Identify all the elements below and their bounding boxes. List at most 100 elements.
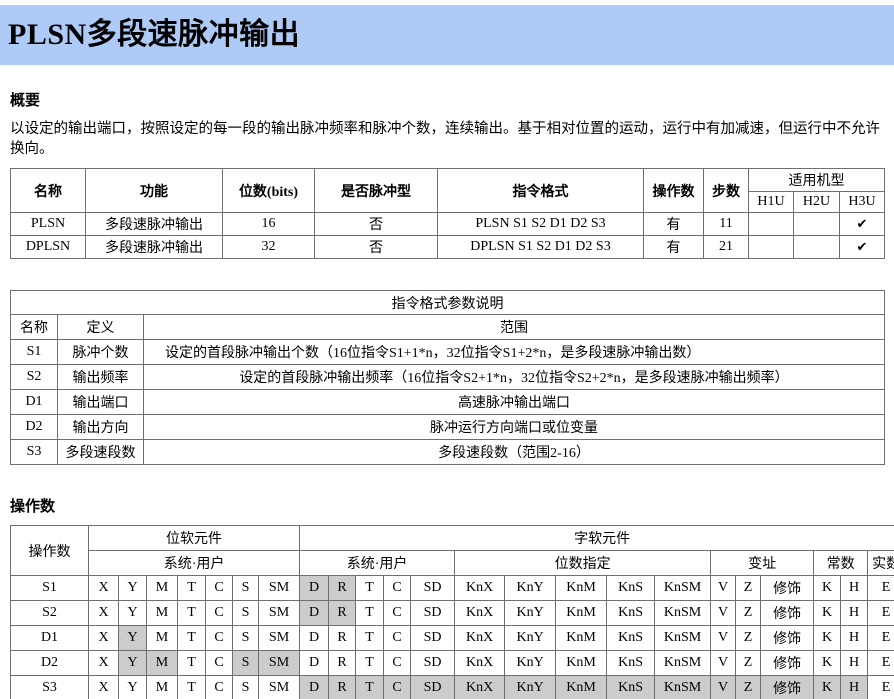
operand-row-label: S1: [11, 576, 89, 601]
operand-cell-KnX: KnX: [455, 676, 505, 699]
operand-cell-H: H: [841, 651, 868, 676]
instruction-cell-h3u: ✔: [840, 236, 885, 259]
operand-cell-KnSM: KnSM: [655, 576, 711, 601]
operand-cell-T: T: [356, 651, 384, 676]
instruction-row: DPLSN多段速脉冲输出32否DPLSN S1 S2 D1 D2 S3有21✔: [11, 236, 885, 259]
word-system-user-header: 系统·用户: [300, 551, 455, 576]
operand-cell-修饰: 修饰: [761, 576, 814, 601]
operand-cell-Z: Z: [736, 651, 761, 676]
instruction-cell-h1u: [749, 236, 794, 259]
operand-cell-T: T: [178, 651, 206, 676]
operand-cell-KnY: KnY: [505, 651, 556, 676]
params-table-title: 指令格式参数说明: [11, 291, 885, 315]
real-number-header: 实数: [868, 551, 894, 576]
param-definition: 脉冲个数: [58, 340, 144, 365]
operand-cell-M: M: [147, 576, 178, 601]
operand-row-label: S3: [11, 676, 89, 699]
operand-cell-C: C: [384, 576, 411, 601]
operand-cell-SD: SD: [411, 601, 455, 626]
params-col-definition: 定义: [58, 315, 144, 340]
col-header-steps: 步数: [704, 169, 749, 213]
operand-cell-C: C: [206, 626, 233, 651]
operand-cell-M: M: [147, 651, 178, 676]
operand-cell-Z: Z: [736, 576, 761, 601]
operand-cell-E: E: [868, 576, 894, 601]
operand-cell-H: H: [841, 626, 868, 651]
operand-cell-K: K: [814, 676, 841, 699]
operand-cell-Y: Y: [119, 676, 147, 699]
instruction-cell-name: DPLSN: [11, 236, 86, 259]
operand-cell-KnX: KnX: [455, 601, 505, 626]
operand-cell-C: C: [206, 601, 233, 626]
operand-cell-H: H: [841, 601, 868, 626]
operand-row: S2XYMTCSSMDRTCSDKnXKnYKnMKnSKnSMVZ修饰KHE: [11, 601, 894, 626]
operand-cell-K: K: [814, 651, 841, 676]
operand-cell-C: C: [384, 676, 411, 699]
param-name: S2: [11, 365, 58, 390]
operand-cell-X: X: [89, 651, 119, 676]
param-range: 脉冲运行方向端口或位变量: [144, 415, 885, 440]
operand-cell-V: V: [711, 626, 736, 651]
operand-cell-S: S: [233, 601, 259, 626]
operand-cell-V: V: [711, 576, 736, 601]
instruction-table-body: PLSN多段速脉冲输出16否PLSN S1 S2 D1 D2 S3有11✔DPL…: [11, 213, 885, 259]
operand-cell-D: D: [300, 676, 329, 699]
instruction-cell-h2u: [794, 236, 840, 259]
operand-corner-label: 操作数: [11, 526, 89, 576]
operand-table: 操作数 位软元件 字软元件 系统·用户 系统·用户 位数指定 变址 常数 实数 …: [10, 525, 894, 699]
instruction-cell-format: DPLSN S1 S2 D1 D2 S3: [438, 236, 644, 259]
operand-cell-KnSM: KnSM: [655, 676, 711, 699]
operand-cell-R: R: [329, 626, 356, 651]
operand-cell-KnSM: KnSM: [655, 651, 711, 676]
operand-cell-V: V: [711, 676, 736, 699]
operand-cell-T: T: [356, 601, 384, 626]
instruction-cell-operand: 有: [644, 213, 704, 236]
operand-cell-KnY: KnY: [505, 626, 556, 651]
param-range: 设定的首段脉冲输出频率（16位指令S2+1*n，32位指令S2+2*n，是多段速…: [144, 365, 885, 390]
operand-cell-SM: SM: [259, 676, 300, 699]
param-definition: 输出频率: [58, 365, 144, 390]
operand-cell-S: S: [233, 651, 259, 676]
param-row: D2输出方向脉冲运行方向端口或位变量: [11, 415, 885, 440]
operand-cell-SM: SM: [259, 651, 300, 676]
operand-cell-K: K: [814, 576, 841, 601]
operand-cell-M: M: [147, 676, 178, 699]
operand-cell-KnX: KnX: [455, 626, 505, 651]
operand-cell-E: E: [868, 601, 894, 626]
operand-cell-T: T: [178, 601, 206, 626]
operand-cell-修饰: 修饰: [761, 676, 814, 699]
operand-cell-H: H: [841, 576, 868, 601]
operand-cell-X: X: [89, 576, 119, 601]
operand-row: D2XYMTCSSMDRTCSDKnXKnYKnMKnSKnSMVZ修饰KHE: [11, 651, 894, 676]
instruction-cell-pulse: 否: [315, 236, 438, 259]
operand-cell-修饰: 修饰: [761, 626, 814, 651]
param-definition: 输出方向: [58, 415, 144, 440]
operand-cell-R: R: [329, 576, 356, 601]
col-header-format: 指令格式: [438, 169, 644, 213]
operand-cell-R: R: [329, 651, 356, 676]
operand-row-label: S2: [11, 601, 89, 626]
param-range: 多段速段数（范围2-16）: [144, 440, 885, 465]
operand-cell-KnM: KnM: [556, 576, 607, 601]
params-table-body: S1脉冲个数设定的首段脉冲输出个数（16位指令S1+1*n，32位指令S1+2*…: [11, 340, 885, 465]
bit-system-user-header: 系统·用户: [89, 551, 300, 576]
instruction-row: PLSN多段速脉冲输出16否PLSN S1 S2 D1 D2 S3有11✔: [11, 213, 885, 236]
digit-designation-header: 位数指定: [455, 551, 711, 576]
operand-cell-M: M: [147, 626, 178, 651]
operand-cell-Z: Z: [736, 676, 761, 699]
operand-cell-SD: SD: [411, 576, 455, 601]
param-definition: 输出端口: [58, 390, 144, 415]
operand-cell-KnS: KnS: [607, 676, 655, 699]
instruction-cell-bits: 16: [223, 213, 315, 236]
indexing-header: 变址: [711, 551, 814, 576]
bit-elements-header: 位软元件: [89, 526, 300, 551]
instruction-cell-h3u: ✔: [840, 213, 885, 236]
operand-cell-KnS: KnS: [607, 626, 655, 651]
col-header-pulse-type: 是否脉冲型: [315, 169, 438, 213]
param-name: S1: [11, 340, 58, 365]
page-content: 概要 以设定的输出端口，按照设定的每一段的输出脉冲频率和脉冲个数，连续输出。基于…: [0, 89, 894, 699]
params-table: 指令格式参数说明 名称 定义 范围 S1脉冲个数设定的首段脉冲输出个数（16位指…: [10, 290, 885, 465]
operand-cell-V: V: [711, 651, 736, 676]
instruction-cell-pulse: 否: [315, 213, 438, 236]
param-range: 高速脉冲输出端口: [144, 390, 885, 415]
